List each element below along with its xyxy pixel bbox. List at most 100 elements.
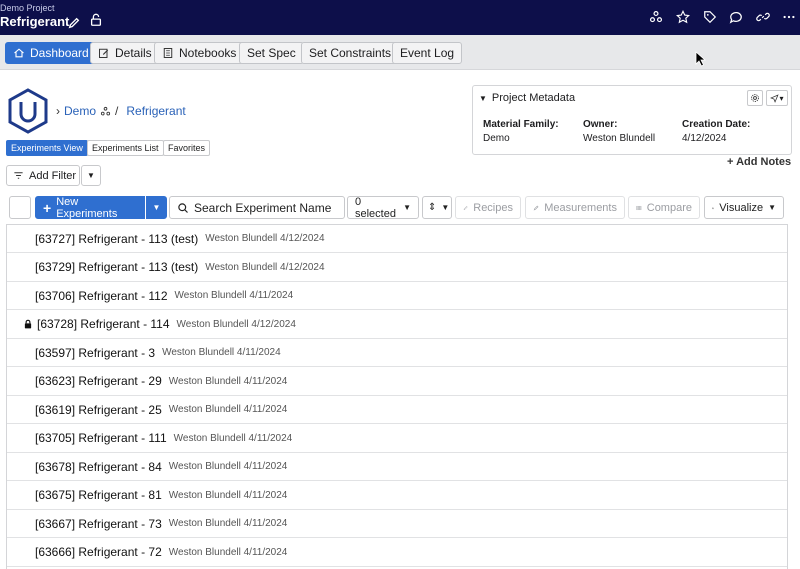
experiment-meta: Weston Blundell 4/11/2024 [168,546,288,558]
experiment-name[interactable]: [63678] Refrigerant - 84 [35,460,162,474]
search-input[interactable]: Search Experiment Name [169,196,345,219]
notebook-icon [163,48,173,58]
comment-icon[interactable] [729,10,745,26]
network-icon[interactable] [649,10,665,26]
add-filter-button[interactable]: Add Filter [6,165,80,186]
tab-event-log-label: Event Log [400,46,455,60]
tab-details[interactable]: Details [90,42,160,64]
select-all-checkbox[interactable] [9,196,31,219]
view-experiments[interactable]: Experiments View [6,140,88,156]
experiment-meta: Weston Blundell 4/11/2024 [168,375,288,387]
send-dropdown[interactable]: ▾ [766,90,788,106]
material-family-label: Material Family: [483,119,559,130]
material-family-field: Material Family: Demo [483,119,559,144]
selected-dropdown[interactable]: 0 selected ▼ [347,195,419,220]
table-icon [636,205,642,210]
experiment-meta: Weston Blundell 4/11/2024 [168,461,288,472]
tab-event-log[interactable]: Event Log [392,42,463,64]
gear-icon[interactable] [747,90,763,106]
experiment-row[interactable]: [63667] Refrigerant - 73 Weston Blundell … [7,510,787,538]
experiment-name[interactable]: [63597] Refrigerant - 3 [35,346,155,360]
link-icon[interactable] [756,10,772,26]
breadcrumb-root[interactable]: Demo [64,104,96,118]
caret-down-icon: ▼ [87,171,95,180]
filter-dropdown[interactable]: ▼ [81,165,101,186]
owner-field: Owner: Weston Blundell [583,119,655,144]
chart-icon [712,206,714,209]
owner-label: Owner: [583,119,618,130]
tag-icon[interactable] [703,10,719,26]
star-icon[interactable] [676,10,692,26]
experiment-name[interactable]: [63705] Refrigerant - 111 [35,431,167,445]
experiment-name[interactable]: [63675] Refrigerant - 81 [35,488,162,502]
compare-button[interactable]: Compare [628,196,700,219]
experiment-row[interactable]: [63705] Refrigerant - 111 Weston Blundell… [7,425,787,453]
lock-icon [24,319,32,329]
tab-notebooks-label: Notebooks [179,46,237,60]
project-title: Refrigerant [0,14,70,29]
caret-down-icon: ▼ [479,93,487,103]
new-experiments-button[interactable]: + New Experiments [35,195,145,220]
caret-down-icon: ▼ [403,203,411,212]
experiment-meta: Weston Blundell 4/11/2024 [168,404,288,415]
experiment-row[interactable]: [63675] Refrigerant - 81 Weston Blundell … [7,482,787,510]
tab-notebooks[interactable]: Notebooks [154,42,245,64]
material-family-value: Demo [483,133,510,144]
visualize-dropdown[interactable]: Visualize ▼ [704,196,784,219]
experiment-name[interactable]: [63619] Refrigerant - 25 [35,403,162,417]
more-icon[interactable] [782,10,798,26]
recipes-button[interactable]: Recipes [455,196,521,219]
send-icon [770,93,780,103]
experiment-name[interactable]: [63729] Refrigerant - 113 (test) [35,260,198,274]
selected-label: 0 selected [355,195,396,220]
experiment-row[interactable]: [63619] Refrigerant - 25 Weston Blundell … [7,396,787,424]
tab-details-label: Details [115,46,152,60]
edit-icon [99,48,109,58]
experiment-name[interactable]: [63623] Refrigerant - 29 [35,374,162,388]
experiment-row[interactable]: [63706] Refrigerant - 112 Weston Blundell… [7,282,787,310]
caret-down-icon: ▼ [768,203,776,212]
experiment-name[interactable]: [63727] Refrigerant - 113 (test) [35,232,198,246]
owner-value: Weston Blundell [583,133,656,144]
new-experiments-dropdown[interactable]: ▼ [146,196,167,219]
plus-icon: + [43,199,52,216]
tab-set-spec[interactable]: Set Spec [239,42,304,64]
home-icon [14,48,24,58]
view-experiments-list[interactable]: Experiments List [87,140,164,156]
experiment-row[interactable]: [63729] Refrigerant - 113 (test) Weston B… [7,254,787,282]
search-icon [178,202,188,213]
experiment-row[interactable]: [63666] Refrigerant - 72 Weston Blundell … [7,539,787,567]
experiment-name[interactable]: [63667] Refrigerant - 73 [35,517,162,531]
metadata-header[interactable]: ▼ Project Metadata [479,92,575,104]
compare-label: Compare [646,201,692,214]
view-favorites[interactable]: Favorites [163,140,211,156]
tab-dashboard[interactable]: Dashboard [5,42,97,64]
tab-set-constraints[interactable]: Set Constraints [301,42,400,64]
experiment-name[interactable]: [63666] Refrigerant - 72 [35,545,162,559]
experiment-name[interactable]: [63706] Refrigerant - 112 [35,289,168,303]
experiment-row[interactable]: [63678] Refrigerant - 84 Weston Blundell … [7,453,787,481]
pencil-icon [463,205,468,210]
unlock-icon[interactable] [89,13,105,29]
experiment-row[interactable]: [63623] Refrigerant - 29 Weston Blundell … [7,368,787,396]
experiment-name[interactable]: [63728] Refrigerant - 114 [37,317,170,331]
chevron-right-icon: › [56,104,60,118]
tab-set-spec-label: Set Spec [247,46,296,60]
project-label: Demo Project [0,3,55,13]
measurements-button[interactable]: Measurements [525,196,625,219]
search-placeholder: Search Experiment Name [194,200,332,215]
breadcrumb: › Demo / Refrigerant [56,104,186,118]
experiment-meta: Weston Blundell 4/11/2024 [174,290,294,301]
breadcrumb-current[interactable]: Refrigerant [126,104,185,118]
experiment-meta: Weston Blundell 4/12/2024 [176,318,296,330]
experiment-row[interactable]: [63597] Refrigerant - 3 Weston Blundell 4… [7,339,787,367]
experiment-row[interactable]: [63728] Refrigerant - 114 Weston Blundell… [7,311,787,339]
new-experiments-label: New Experiments [56,195,118,220]
breadcrumb-separator: / [115,104,119,118]
experiment-row[interactable]: [63727] Refrigerant - 113 (test) Weston B… [7,225,787,253]
edit-icon[interactable] [67,16,83,32]
brand-logo [8,88,48,134]
add-notes-button[interactable]: + Add Notes [727,156,791,168]
experiment-list: [63727] Refrigerant - 113 (test) Weston B… [6,224,788,569]
sort-dropdown[interactable]: ⇕ ▼ [422,196,452,219]
